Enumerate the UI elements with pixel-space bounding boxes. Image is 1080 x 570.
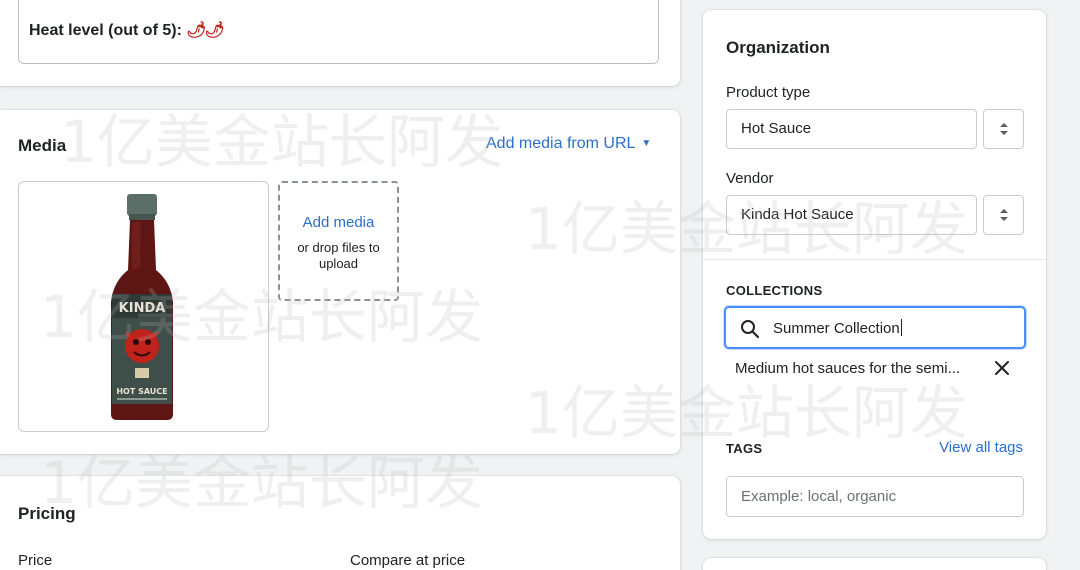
sort-arrows-icon bbox=[999, 123, 1008, 135]
add-media-link[interactable]: Add media bbox=[280, 214, 397, 231]
product-type-select-toggle[interactable] bbox=[983, 109, 1024, 149]
tags-heading: TAGS bbox=[726, 441, 763, 456]
organization-card: Organization Product type Hot Sauce Vend… bbox=[703, 10, 1046, 539]
svg-text:HOT SAUCE: HOT SAUCE bbox=[116, 387, 167, 396]
section-divider bbox=[703, 259, 1046, 260]
vendor-input[interactable]: Kinda Hot Sauce bbox=[726, 195, 977, 235]
compare-at-price-label: Compare at price bbox=[350, 552, 466, 569]
price-label: Price bbox=[18, 552, 53, 569]
product-description-card: Heat level (out of 5): 🌶🌶 bbox=[0, 0, 680, 86]
pricing-title: Pricing bbox=[18, 504, 76, 523]
svg-text:KINDA: KINDA bbox=[119, 301, 166, 316]
text-cursor bbox=[900, 319, 902, 336]
media-card: Media Add media from URL ▼ KINDA HOT SAUC… bbox=[0, 110, 680, 454]
drop-files-hint: or drop files to upload bbox=[297, 240, 380, 271]
next-sidebar-card bbox=[703, 558, 1046, 570]
add-media-from-url-button[interactable]: Add media from URL ▼ bbox=[486, 135, 651, 153]
remove-collection-button[interactable] bbox=[993, 359, 1011, 382]
sort-arrows-icon bbox=[999, 209, 1008, 221]
caret-down-icon: ▼ bbox=[641, 138, 652, 149]
product-type-input[interactable]: Hot Sauce bbox=[726, 109, 977, 149]
product-type-label: Product type bbox=[726, 84, 811, 101]
hot-sauce-bottle-image: KINDA HOT SAUCE bbox=[111, 194, 173, 420]
vendor-label: Vendor bbox=[726, 170, 774, 187]
close-icon bbox=[995, 361, 1009, 375]
media-title: Media bbox=[18, 136, 67, 155]
product-image-thumbnail[interactable]: KINDA HOT SAUCE bbox=[18, 181, 269, 432]
tags-input[interactable] bbox=[726, 476, 1024, 517]
view-all-tags-link[interactable]: View all tags bbox=[939, 439, 1023, 456]
collections-search-text-wrap: Summer Collection bbox=[773, 319, 902, 337]
heat-level-text: Heat level (out of 5): 🌶🌶 bbox=[29, 22, 225, 39]
vendor-select-toggle[interactable] bbox=[983, 195, 1024, 235]
media-drop-zone[interactable]: Add media or drop files to upload bbox=[278, 181, 399, 301]
add-media-from-url-label: Add media from URL bbox=[486, 135, 636, 152]
description-editor[interactable]: Heat level (out of 5): 🌶🌶 bbox=[18, 0, 659, 64]
collections-search-input[interactable]: Summer Collection bbox=[724, 306, 1026, 349]
collections-search-value: Summer Collection bbox=[773, 320, 900, 337]
pricing-card: Pricing Price Compare at price bbox=[0, 476, 680, 570]
organization-title: Organization bbox=[726, 38, 830, 57]
chili-pepper-icons: 🌶🌶 bbox=[186, 22, 225, 39]
collections-heading: COLLECTIONS bbox=[726, 283, 823, 298]
selected-collection-tag: Medium hot sauces for the semi... bbox=[735, 360, 961, 377]
search-icon bbox=[741, 320, 760, 339]
